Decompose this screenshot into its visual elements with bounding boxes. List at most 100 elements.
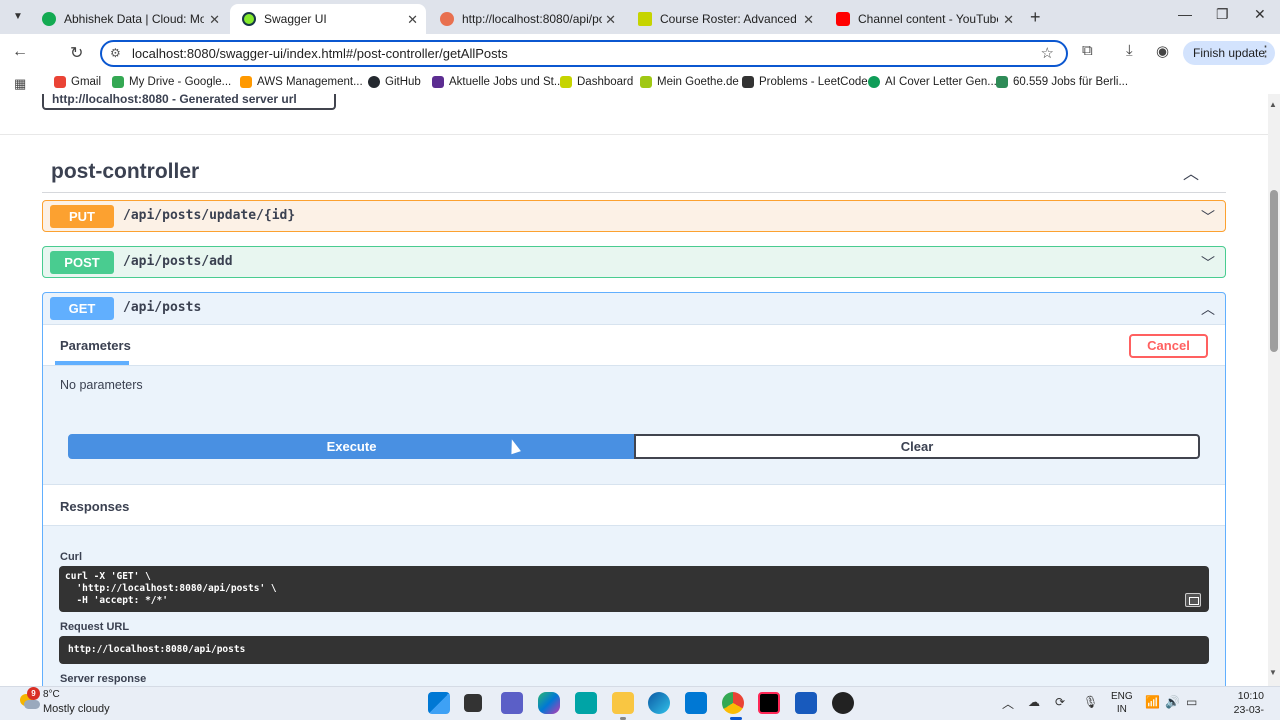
dashboard-icon [560, 76, 572, 88]
bookmark-jobs-berlin[interactable]: 60.559 Jobs für Berli... [996, 76, 1128, 88]
bookmark-goethe[interactable]: Mein Goethe.de [640, 76, 739, 88]
divider [42, 192, 1226, 193]
browser-tab-strip: ▼ Abhishek Data | Cloud: MongoDB ✕ Swagg… [0, 0, 1280, 34]
chevron-up-icon[interactable]: ︿ [1183, 160, 1199, 184]
tab-title: Course Roster: Advanced Progr [660, 12, 800, 26]
tab-title: http://localhost:8080/api/posts [462, 12, 602, 26]
new-tab-plus-icon[interactable]: + [1030, 7, 1041, 28]
maximize-icon[interactable]: ❐ [1216, 6, 1229, 23]
bookmark-leetcode[interactable]: Problems - LeetCode [742, 76, 868, 88]
download-icon[interactable]: ⤓ [1126, 42, 1133, 59]
mysql-workbench-icon[interactable] [575, 692, 597, 714]
page-scrollbar[interactable]: ▲ ▼ [1268, 94, 1280, 686]
bookmark-my-drive[interactable]: My Drive - Google... [112, 76, 231, 88]
reload-icon[interactable]: ↻ [70, 43, 83, 63]
clock[interactable]: 10:10 23-03-2025 [1212, 689, 1264, 720]
copy-to-clipboard-icon[interactable] [1185, 593, 1201, 607]
scroll-down-arrow-icon[interactable]: ▼ [1269, 668, 1277, 677]
controller-title[interactable]: post-controller [51, 160, 199, 184]
operation-path[interactable]: /api/posts [123, 300, 201, 315]
server-select[interactable]: http://localhost:8080 - Generated server… [42, 94, 336, 110]
bookmark-label: GitHub [385, 76, 421, 88]
curl-line: curl -X 'GET' \ [65, 571, 151, 582]
sync-icon[interactable]: ⟳ [1055, 695, 1065, 709]
close-icon[interactable]: ✕ [803, 12, 814, 28]
minimize-icon[interactable]: — [1178, 6, 1192, 22]
bookmark-aktuelle-jobs[interactable]: Aktuelle Jobs und St... [432, 76, 563, 88]
scrollbar-thumb[interactable] [1270, 190, 1278, 352]
windows-start-icon[interactable] [428, 692, 450, 714]
battery-icon[interactable]: ▭ [1186, 695, 1197, 709]
file-explorer-icon[interactable] [612, 692, 634, 714]
scroll-up-arrow-icon[interactable]: ▲ [1269, 100, 1277, 109]
close-icon[interactable]: ✕ [605, 12, 616, 28]
tab-search-chevron-icon[interactable]: ▼ [8, 7, 28, 27]
method-badge-post: POST [50, 251, 114, 274]
bookmark-aws[interactable]: AWS Management... [240, 76, 363, 88]
chevron-down-icon[interactable]: ﹀ [1201, 207, 1215, 227]
chevron-down-icon[interactable]: ﹀ [1201, 253, 1215, 273]
vscode-icon[interactable] [685, 692, 707, 714]
clear-button[interactable]: Clear [634, 434, 1200, 459]
page-viewport: http://localhost:8080 - Generated server… [0, 94, 1268, 686]
bookmark-label: AI Cover Letter Gen... [885, 76, 997, 88]
more-menu-icon[interactable]: ⋮ [1258, 42, 1273, 60]
tray-chevron-up-icon[interactable]: ︿ [1002, 695, 1014, 712]
bookmark-gmail[interactable]: Gmail [54, 76, 101, 88]
request-url-block[interactable]: http://localhost:8080/api/posts [59, 636, 1209, 664]
word-icon[interactable] [795, 692, 817, 714]
gmail-icon [54, 76, 66, 88]
apps-grid-icon[interactable]: ▦ [14, 76, 26, 92]
microphone-icon[interactable]: 🎙 [1083, 695, 1098, 709]
operation-put-update[interactable]: PUT /api/posts/update/{id} ﹀ [42, 200, 1226, 232]
back-arrow-icon[interactable]: ← [12, 43, 28, 61]
operation-path: /api/posts/add [123, 254, 233, 269]
bookmark-dashboard[interactable]: Dashboard [560, 76, 633, 88]
teams-icon[interactable] [501, 692, 523, 714]
tab-youtube-studio[interactable]: Channel content - YouTube Studio ✕ [824, 4, 1022, 34]
chrome-icon[interactable] [722, 692, 744, 714]
close-icon[interactable]: ✕ [1003, 12, 1014, 28]
bookmark-star-icon[interactable]: ☆ [1041, 44, 1054, 62]
weather-badge: 9 [27, 687, 40, 700]
language-indicator[interactable]: ENG IN [1111, 690, 1133, 716]
site-info-icon[interactable]: ⚙ [110, 46, 121, 60]
tab-course-roster[interactable]: Course Roster: Advanced Progr ✕ [626, 4, 822, 34]
extensions-puzzle-icon[interactable]: ⧉ [1082, 42, 1093, 59]
parameters-header: Parameters Cancel [43, 324, 1225, 366]
method-badge-get[interactable]: GET [50, 297, 114, 320]
obs-studio-icon[interactable] [832, 692, 854, 714]
clock-date: 23-03-2025 [1233, 704, 1264, 720]
chevron-up-icon[interactable]: ︿ [1201, 299, 1215, 319]
cancel-button[interactable]: Cancel [1129, 334, 1208, 358]
bookmark-ai-cover-letter[interactable]: AI Cover Letter Gen... [868, 76, 997, 88]
task-view-icon[interactable] [464, 694, 482, 712]
bookmark-label: Problems - LeetCode [759, 76, 868, 88]
close-icon[interactable]: ✕ [407, 12, 418, 28]
profile-avatar-icon[interactable]: ◉ [1156, 42, 1169, 60]
wifi-icon[interactable]: 📶 [1145, 695, 1160, 709]
operation-path: /api/posts/update/{id} [123, 208, 296, 223]
tab-parameters[interactable]: Parameters [60, 338, 131, 353]
bookmark-github[interactable]: GitHub [368, 76, 421, 88]
swagger-icon [242, 12, 256, 26]
tab-swagger-ui[interactable]: Swagger UI ✕ [230, 4, 426, 34]
intellij-idea-icon[interactable] [758, 692, 780, 714]
window-close-icon[interactable]: ✕ [1254, 6, 1266, 23]
operation-post-add[interactable]: POST /api/posts/add ﹀ [42, 246, 1226, 278]
curl-code-block[interactable]: curl -X 'GET' \ 'http://localhost:8080/a… [59, 566, 1209, 612]
execute-button[interactable]: Execute [68, 434, 635, 459]
execute-clear-group: Execute Clear [68, 434, 1200, 459]
volume-icon[interactable]: 🔊 [1165, 695, 1180, 709]
tab-localhost-api-posts[interactable]: http://localhost:8080/api/posts ✕ [428, 4, 624, 34]
close-icon[interactable]: ✕ [209, 12, 220, 28]
mongodb-leaf-icon [42, 12, 56, 26]
address-bar[interactable]: ⚙ localhost:8080/swagger-ui/index.html#/… [100, 40, 1068, 67]
copilot-icon[interactable] [538, 692, 560, 714]
url-text[interactable]: localhost:8080/swagger-ui/index.html#/po… [132, 46, 508, 61]
cloud-icon [24, 700, 40, 709]
section-divider [0, 134, 1268, 135]
edge-icon[interactable] [648, 692, 670, 714]
onedrive-cloud-icon[interactable]: ☁ [1028, 695, 1040, 709]
tab-mongodb[interactable]: Abhishek Data | Cloud: MongoDB ✕ [30, 4, 228, 34]
